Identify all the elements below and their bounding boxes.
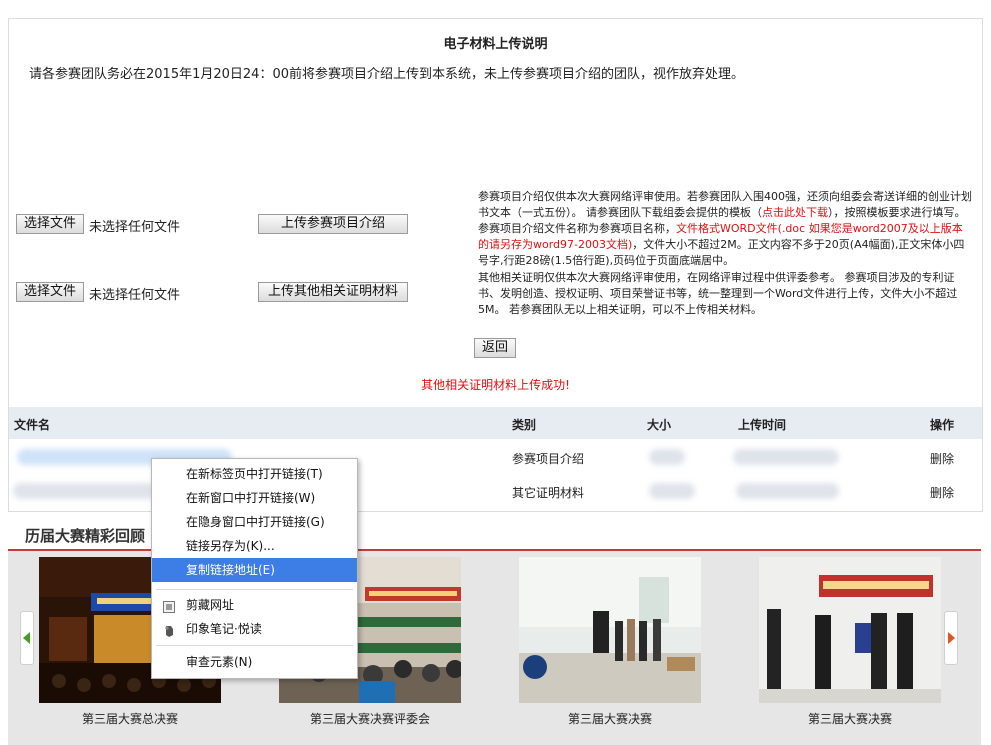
arrow-right-icon	[948, 632, 955, 644]
no-file-label-other: 未选择任何文件	[89, 288, 181, 303]
clip-icon	[162, 598, 176, 613]
room-photo-image	[519, 557, 701, 703]
success-message: 其他相关证明材料上传成功!	[421, 378, 570, 392]
page-title: 电子材料上传说明	[443, 37, 548, 52]
menu-separator	[156, 589, 353, 590]
menu-open-incognito[interactable]: 在隐身窗口中打开链接(G)	[152, 510, 357, 534]
redacted-size	[649, 449, 685, 465]
header-action: 操作	[930, 418, 955, 432]
gallery-title: 历届大赛精彩回顾	[25, 527, 146, 545]
menu-copy-link-address[interactable]: 复制链接地址(E)	[152, 558, 357, 582]
file-table-header: 文件名 类别 大小 上传时间 操作	[9, 407, 982, 439]
gallery-caption-3: 第三届大赛决赛	[567, 712, 652, 726]
row-category: 其它证明材料	[512, 486, 585, 500]
upload-intro-button[interactable]: 上传参赛项目介绍	[258, 214, 408, 234]
back-button[interactable]: 返回	[474, 338, 516, 358]
gallery-caption-4: 第三届大赛决赛	[807, 712, 892, 726]
upload-panel: 电子材料上传说明 请各参赛团队务必在2015年1月20日24：00前将参赛项目介…	[8, 18, 983, 512]
redacted-time	[733, 449, 839, 465]
evernote-icon	[162, 622, 176, 637]
gallery-caption-2: 第三届大赛决赛评委会	[309, 712, 430, 726]
ceremony-photo-image	[759, 557, 941, 703]
context-menu: 在新标签页中打开链接(T) 在新窗口中打开链接(W) 在隐身窗口中打开链接(G)…	[151, 458, 358, 679]
redacted-filename-link[interactable]	[13, 483, 155, 499]
header-upload-time: 上传时间	[738, 418, 787, 432]
menu-clip-url[interactable]: 剪藏网址	[152, 593, 357, 617]
upload-notice: 请各参赛团队务必在2015年1月20日24：00前将参赛项目介绍上传到本系统，未…	[29, 67, 744, 82]
gallery-photo-4[interactable]	[759, 557, 941, 703]
header-filename: 文件名	[14, 418, 51, 432]
redacted-time	[736, 483, 839, 499]
gallery-next-button[interactable]	[944, 611, 958, 665]
menu-separator	[156, 645, 353, 646]
menu-open-new-window[interactable]: 在新窗口中打开链接(W)	[152, 486, 357, 510]
header-category: 类别	[512, 418, 537, 432]
choose-file-button-intro[interactable]: 选择文件	[16, 214, 84, 234]
menu-save-link-as[interactable]: 链接另存为(K)...	[152, 534, 357, 558]
row-category: 参赛项目介绍	[512, 452, 585, 466]
gallery-caption-1: 第三届大赛总决赛	[81, 712, 178, 726]
menu-open-new-tab[interactable]: 在新标签页中打开链接(T)	[152, 462, 357, 486]
other-description: 其他相关证明仅供本次大赛网络评审使用，在网络评审过程中供评委参考。 参赛项目涉及…	[478, 271, 958, 316]
delete-link[interactable]: 删除	[930, 450, 954, 467]
upload-other-button[interactable]: 上传其他相关证明材料	[258, 282, 408, 302]
delete-link[interactable]: 删除	[930, 484, 954, 501]
intro-description: 参赛项目介绍仅供本次大赛网络评审使用。若参赛团队入围400强，还须向组委会寄送详…	[478, 189, 973, 269]
choose-file-button-other[interactable]: 选择文件	[16, 282, 84, 302]
header-size: 大小	[647, 418, 672, 432]
no-file-label-intro: 未选择任何文件	[89, 220, 181, 235]
gallery-prev-button[interactable]	[20, 611, 34, 665]
menu-evernote-clearly[interactable]: 印象笔记·悦读	[152, 617, 357, 641]
menu-inspect-element[interactable]: 审查元素(N)	[152, 650, 357, 674]
template-download-link[interactable]: 点击此处下载	[762, 206, 828, 219]
redacted-size	[649, 483, 695, 499]
arrow-left-icon	[23, 632, 30, 644]
gallery-photo-3[interactable]	[519, 557, 701, 703]
